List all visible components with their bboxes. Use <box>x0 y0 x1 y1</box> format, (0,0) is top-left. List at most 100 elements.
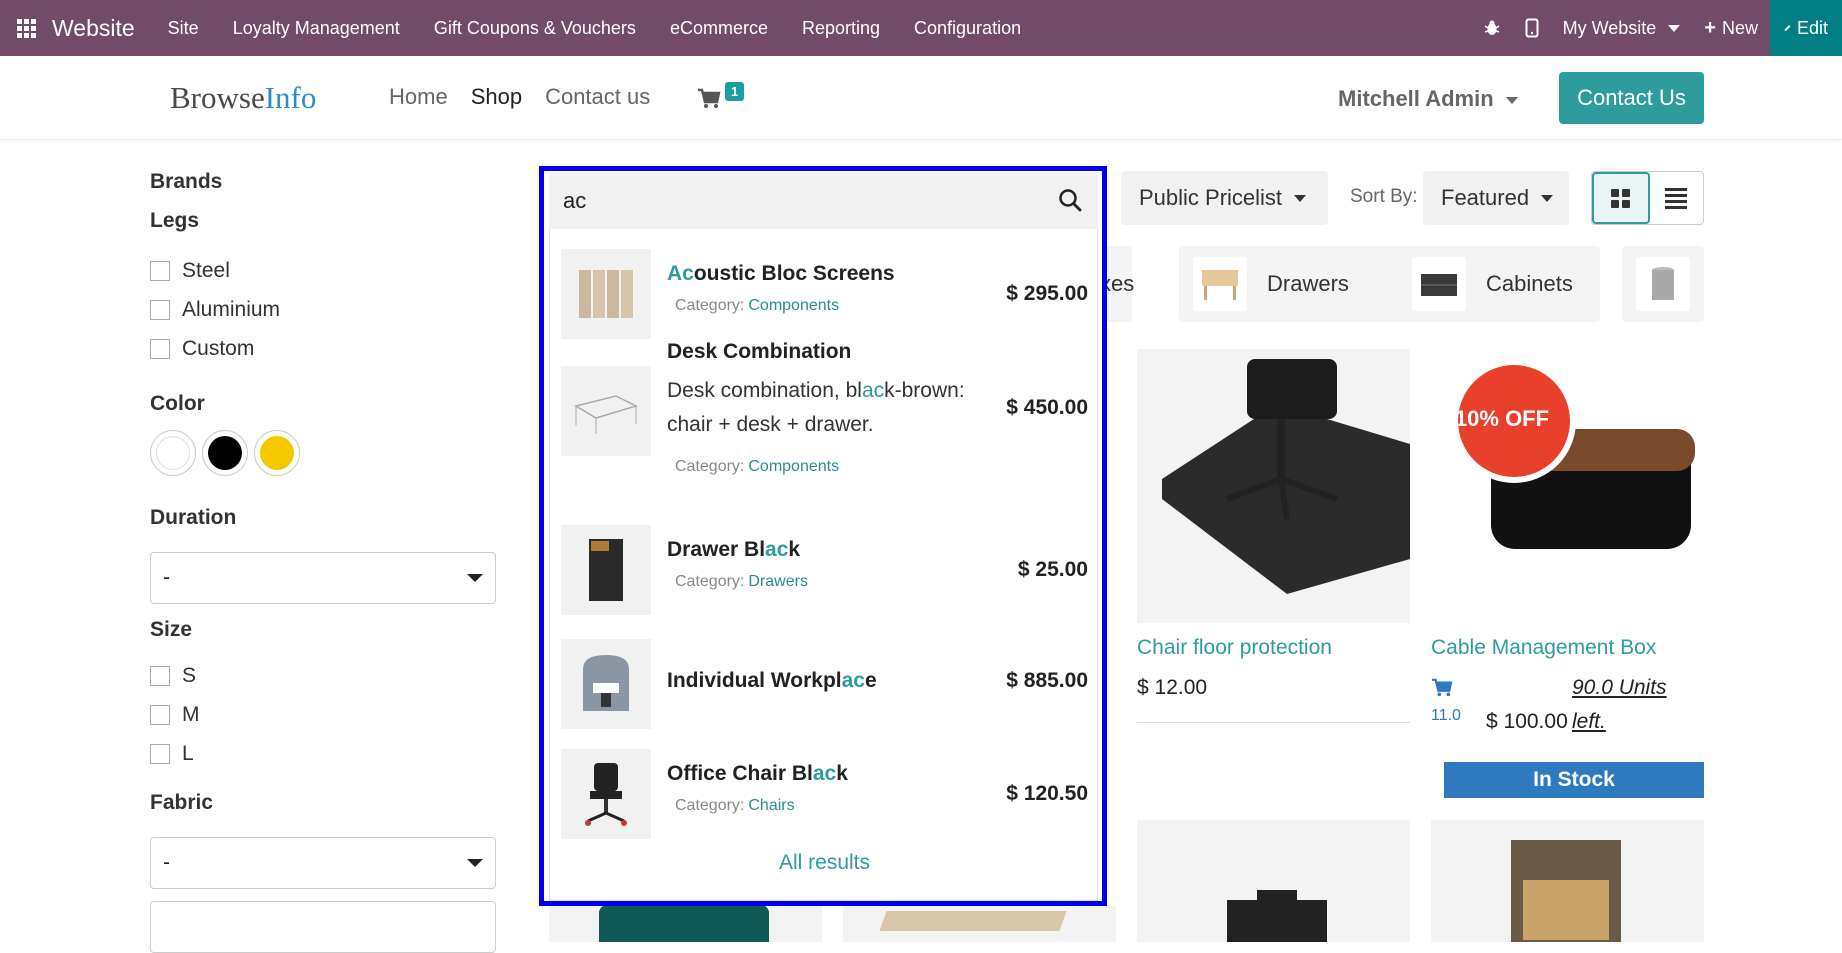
product-price-chair-floor-protection: $ 12.00 <box>1137 676 1208 699</box>
filter-size-m[interactable]: M <box>150 695 496 734</box>
new-button[interactable]: + New <box>1692 17 1770 40</box>
search-result-item[interactable]: Desk Combination Desk combination, black… <box>550 340 1099 506</box>
list-view-button[interactable] <box>1650 172 1704 224</box>
menu-reporting[interactable]: Reporting <box>785 18 897 39</box>
individual-workplace-thumbnail <box>561 639 651 729</box>
cart-count-badge: 1 <box>725 82 745 101</box>
filter-legs-custom[interactable]: Custom <box>150 329 496 368</box>
drawer-black-thumbnail <box>561 525 651 615</box>
cart-button[interactable]: 1 <box>697 82 747 114</box>
duration-title: Duration <box>150 506 237 529</box>
duration-select[interactable]: - <box>150 552 496 604</box>
brands-title[interactable]: Brands <box>150 170 496 194</box>
category-link[interactable]: Components <box>748 458 839 475</box>
color-title: Color <box>150 392 205 415</box>
checkbox[interactable] <box>150 260 170 281</box>
product-image-cable-management-box[interactable] <box>1431 349 1704 623</box>
site-logo[interactable]: BrowseInfo <box>170 80 316 116</box>
chevron-down-icon <box>467 859 483 867</box>
search-input[interactable]: ac <box>549 173 1098 229</box>
additional-select[interactable] <box>150 901 496 953</box>
filter-legs-steel[interactable]: Steel <box>150 251 496 290</box>
color-swatch-yellow[interactable] <box>254 430 300 476</box>
search-result-item[interactable]: Drawer Black Category: Drawers $ 25.00 <box>550 525 1099 615</box>
app-name[interactable]: Website <box>52 15 135 42</box>
contact-us-button[interactable]: Contact Us <box>1559 72 1704 124</box>
office-chair-thumbnail <box>561 749 651 839</box>
desk-combination-thumbnail <box>561 366 651 456</box>
product-image-sofa[interactable] <box>549 905 822 942</box>
filter-legs-aluminium[interactable]: Aluminium <box>150 290 496 329</box>
color-swatch-white[interactable] <box>150 430 196 476</box>
category-bins[interactable] <box>1622 246 1704 322</box>
website-selector[interactable]: My Website <box>1551 18 1693 39</box>
search-autocomplete-panel: ac Acoustic Bloc Screens Category: Compon… <box>539 166 1107 906</box>
color-swatch-black[interactable] <box>202 430 248 476</box>
units-left-label: left. <box>1572 710 1606 733</box>
grid-view-button[interactable] <box>1592 172 1650 224</box>
category-cabinets[interactable]: Cabinets <box>1398 246 1600 322</box>
search-result-item[interactable]: Acoustic Bloc Screens Category: Component… <box>550 249 1099 339</box>
product-image-conference-table[interactable] <box>843 905 1116 942</box>
checkbox[interactable] <box>150 665 170 686</box>
product-price-cable-management-box: $ 100.00 <box>1486 710 1568 733</box>
product-image-monitor-stand[interactable] <box>1137 820 1410 942</box>
drawers-thumbnail <box>1193 257 1247 311</box>
user-menu[interactable]: Mitchell Admin <box>1338 86 1518 112</box>
category-link[interactable]: Chairs <box>748 797 794 814</box>
menu-loyalty-management[interactable]: Loyalty Management <box>216 18 417 39</box>
filter-size-l[interactable]: L <box>150 734 496 773</box>
pencil-icon <box>1784 25 1791 31</box>
product-image-drawer[interactable] <box>1431 820 1704 942</box>
product-title-chair-floor-protection[interactable]: Chair floor protection <box>1137 636 1332 660</box>
search-result-item[interactable]: Office Chair Black Category: Chairs $ 120… <box>550 749 1099 839</box>
edit-button[interactable]: Edit <box>1770 0 1842 56</box>
bin-thumbnail <box>1636 257 1690 311</box>
category-drawers[interactable]: Drawers <box>1179 246 1412 322</box>
menu-site[interactable]: Site <box>151 18 216 39</box>
checkbox[interactable] <box>150 743 170 764</box>
category-link[interactable]: Components <box>748 297 839 314</box>
product-image-chair-floor-protection[interactable] <box>1137 349 1410 623</box>
checkbox[interactable] <box>150 338 170 359</box>
nav-shop[interactable]: Shop <box>471 84 522 110</box>
site-header: BrowseInfo Home Shop Contact us 1 Mitche… <box>0 56 1842 140</box>
chevron-down-icon <box>467 574 483 582</box>
chevron-down-icon <box>1294 194 1307 202</box>
search-results-list: Acoustic Bloc Screens Category: Component… <box>549 229 1098 901</box>
sort-label: Sort By: <box>1350 186 1418 207</box>
add-to-cart-icon[interactable] <box>1431 678 1453 703</box>
fabric-select[interactable]: - <box>150 837 496 889</box>
chevron-down-icon <box>1541 194 1554 202</box>
menu-configuration[interactable]: Configuration <box>897 18 1038 39</box>
mobile-preview-icon[interactable] <box>1513 18 1551 38</box>
search-result-item[interactable]: Individual Workplace $ 885.00 <box>550 639 1099 729</box>
acoustic-screens-thumbnail <box>561 249 651 339</box>
discount-badge: 10% OFF <box>1454 406 1550 431</box>
list-icon <box>1665 187 1688 209</box>
product-title-cable-management-box[interactable]: Cable Management Box <box>1431 636 1656 660</box>
top-bar: Website Site Loyalty Management Gift Cou… <box>0 0 1842 56</box>
nav-contact-us[interactable]: Contact us <box>545 84 650 110</box>
main-nav: Home Shop Contact us <box>389 84 650 110</box>
cabinets-thumbnail <box>1412 257 1466 311</box>
cart-icon <box>698 88 721 108</box>
pricelist-dropdown[interactable]: Public Pricelist <box>1121 171 1328 225</box>
debug-bug-icon[interactable] <box>1471 19 1513 37</box>
menu-ecommerce[interactable]: eCommerce <box>653 18 785 39</box>
all-results-link[interactable]: All results <box>550 851 1099 875</box>
category-link[interactable]: Drawers <box>748 573 808 590</box>
in-stock-badge: In Stock <box>1444 762 1704 798</box>
chevron-down-icon <box>1505 96 1518 104</box>
checkbox[interactable] <box>150 704 170 725</box>
menu-gift-coupons[interactable]: Gift Coupons & Vouchers <box>417 18 653 39</box>
search-icon[interactable] <box>1058 188 1082 212</box>
nav-home[interactable]: Home <box>389 84 448 110</box>
apps-menu-icon[interactable] <box>0 0 52 56</box>
available-units: 90.0 Units <box>1572 676 1667 699</box>
plus-icon: + <box>1704 16 1716 39</box>
sort-dropdown[interactable]: Featured <box>1423 171 1569 225</box>
filter-size-s[interactable]: S <box>150 656 496 695</box>
view-toggle <box>1591 171 1704 225</box>
checkbox[interactable] <box>150 299 170 320</box>
